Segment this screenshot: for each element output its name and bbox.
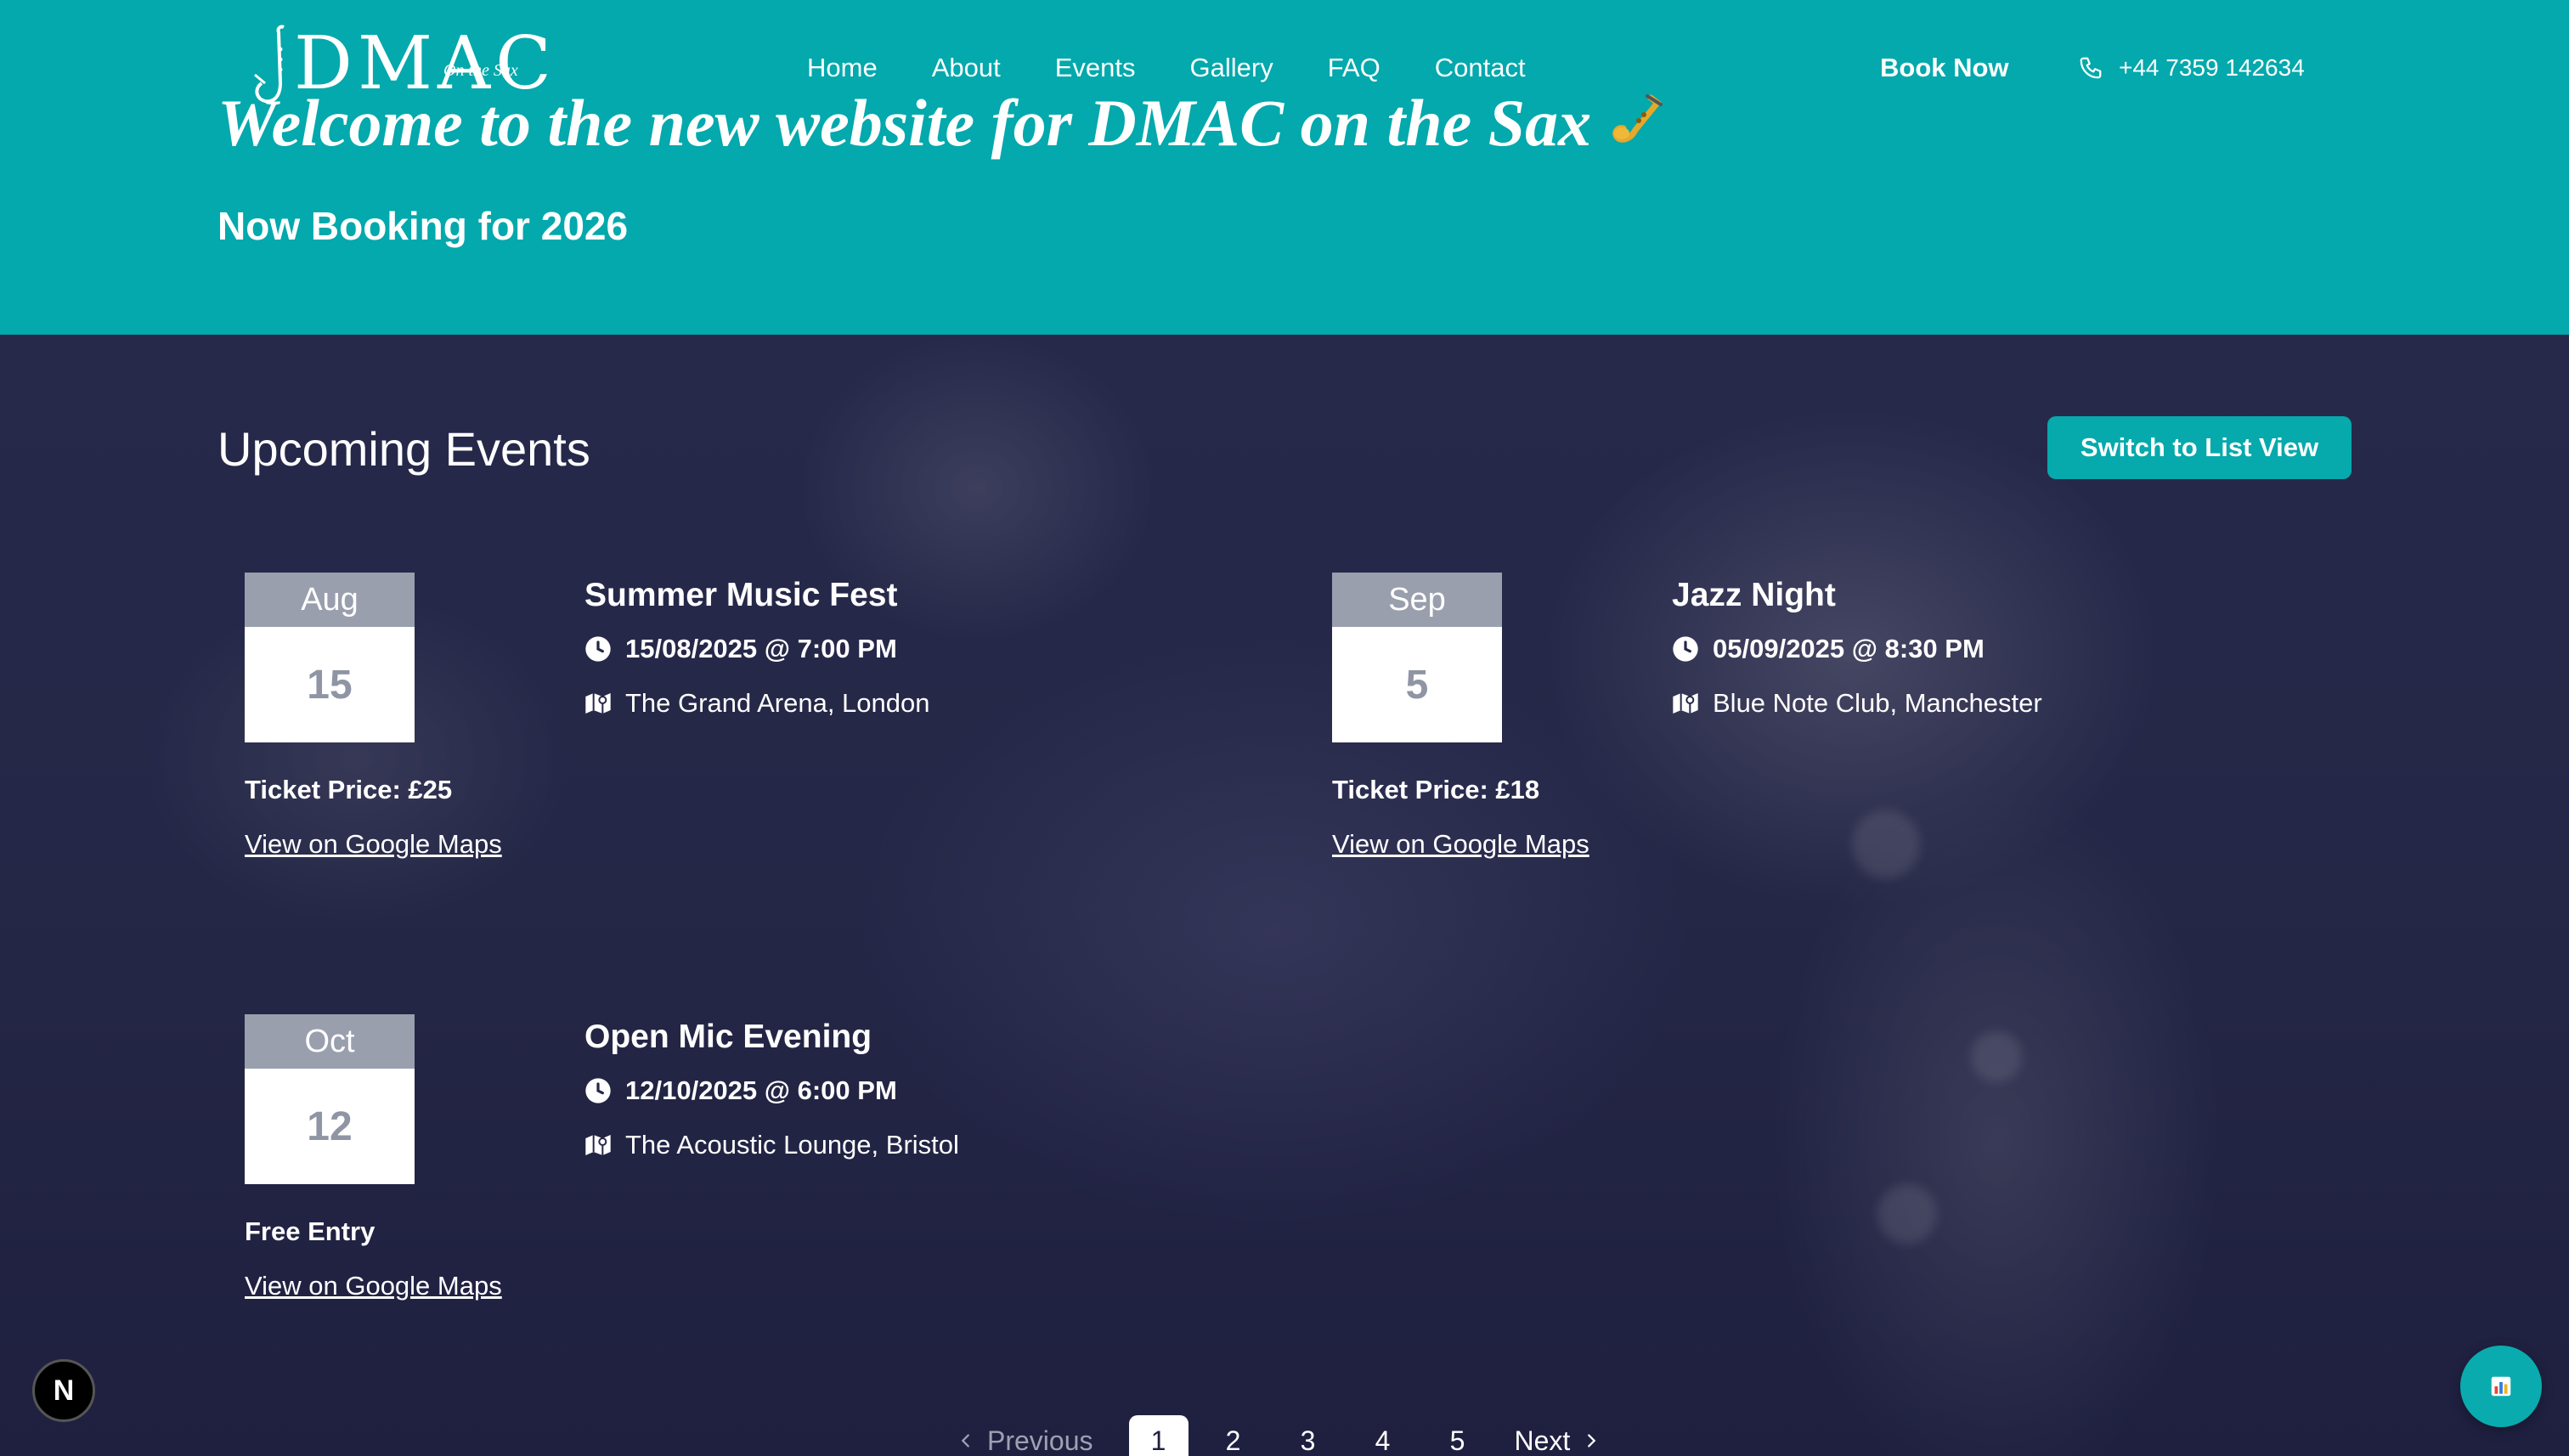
event-venue: The Acoustic Lounge, Bristol [625, 1130, 959, 1160]
event-title: Summer Music Fest [584, 577, 898, 613]
nav-faq[interactable]: FAQ [1328, 51, 1380, 85]
site-header: DMAC On the Sax Home About Events Galler… [0, 0, 2569, 335]
nav-contact[interactable]: Contact [1435, 51, 1526, 85]
event-datetime: 12/10/2025 @ 6:00 PM [625, 1075, 897, 1105]
event-datetime-row: 15/08/2025 @ 7:00 PM [584, 632, 897, 666]
page-3-button[interactable]: 3 [1279, 1415, 1338, 1456]
event-day: 15 [245, 627, 415, 742]
map-icon [585, 1135, 611, 1155]
event-datetime-row: 05/09/2025 @ 8:30 PM [1672, 632, 1985, 666]
phone-icon [2080, 57, 2102, 79]
event-date-badge: Aug 15 [245, 573, 415, 742]
event-venue: Blue Note Club, Manchester [1713, 688, 2042, 718]
main-nav: Home About Events Gallery FAQ Contact [807, 51, 1580, 85]
event-datetime: 05/09/2025 @ 8:30 PM [1713, 634, 1985, 663]
page-5-button[interactable]: 5 [1428, 1415, 1488, 1456]
event-month: Aug [245, 573, 415, 627]
chart-icon [2491, 1376, 2511, 1397]
phone-link[interactable]: +44 7359 142634 [2078, 51, 2305, 85]
next-label: Next [1514, 1425, 1571, 1456]
event-datetime: 15/08/2025 @ 7:00 PM [625, 634, 897, 663]
clock-icon [585, 636, 611, 662]
page-1-button[interactable]: 1 [1128, 1415, 1189, 1456]
background-bokeh [1971, 1031, 2022, 1082]
hero-title: Welcome to the new website for DMAC on t… [217, 85, 1669, 161]
chevron-left-icon [961, 1434, 969, 1448]
event-date-badge: Oct 12 [245, 1014, 415, 1184]
logo-subtext: On the Sax [443, 61, 518, 80]
event-venue-row: The Acoustic Lounge, Bristol [584, 1128, 959, 1162]
switch-view-button[interactable]: Switch to List View [2047, 416, 2352, 479]
background-bokeh [1877, 1184, 1937, 1244]
saxophone-icon [1612, 94, 1663, 143]
previous-label: Previous [987, 1425, 1093, 1456]
google-maps-link[interactable]: View on Google Maps [245, 1269, 502, 1303]
event-card: Oct 12 Free Entry View on Google Maps Op… [217, 1014, 1237, 1354]
dev-tools-badge[interactable]: N [32, 1359, 95, 1422]
event-month: Oct [245, 1014, 415, 1069]
hero-title-text: Welcome to the new website for DMAC on t… [217, 86, 1592, 160]
next-page-button[interactable]: Next [1515, 1425, 1601, 1456]
chevron-right-icon [1588, 1434, 1596, 1448]
event-day: 12 [245, 1069, 415, 1184]
chart-widget-button[interactable] [2460, 1346, 2542, 1427]
event-price: Free Entry [245, 1216, 375, 1246]
section-title: Upcoming Events [217, 422, 590, 476]
event-price: Ticket Price: £18 [1332, 775, 1540, 804]
nav-gallery[interactable]: Gallery [1190, 51, 1273, 85]
clock-icon [585, 1078, 611, 1103]
event-price: Ticket Price: £25 [245, 775, 453, 804]
event-datetime-row: 12/10/2025 @ 6:00 PM [584, 1074, 897, 1108]
event-venue-row: Blue Note Club, Manchester [1672, 686, 2042, 720]
google-maps-link[interactable]: View on Google Maps [245, 827, 502, 861]
event-venue-row: The Grand Arena, London [584, 686, 929, 720]
map-icon [1673, 693, 1698, 714]
map-icon [585, 693, 611, 714]
event-title: Jazz Night [1672, 577, 1836, 613]
hero-subtitle: Now Booking for 2026 [217, 204, 629, 248]
google-maps-link[interactable]: View on Google Maps [1332, 827, 1589, 861]
event-card: Sep 5 Ticket Price: £18 View on Google M… [1305, 573, 2324, 912]
event-card: Aug 15 Ticket Price: £25 View on Google … [217, 573, 1237, 912]
previous-page-button[interactable]: Previous [957, 1425, 1093, 1456]
event-month: Sep [1332, 573, 1502, 627]
pagination: Previous 1 2 3 4 5 Next [957, 1415, 1601, 1456]
event-title: Open Mic Evening [584, 1019, 872, 1055]
nav-about[interactable]: About [932, 51, 1001, 85]
page-4-button[interactable]: 4 [1353, 1415, 1413, 1456]
event-day: 5 [1332, 627, 1502, 742]
event-date-badge: Sep 5 [1332, 573, 1502, 742]
phone-number: +44 7359 142634 [2119, 54, 2305, 81]
events-section: Upcoming Events Switch to List View Aug … [0, 335, 2569, 1456]
book-now-button[interactable]: Book Now [1880, 51, 2009, 85]
clock-icon [1673, 636, 1698, 662]
nav-home[interactable]: Home [807, 51, 878, 85]
nav-events[interactable]: Events [1055, 51, 1136, 85]
event-venue: The Grand Arena, London [625, 688, 930, 718]
page-2-button[interactable]: 2 [1204, 1415, 1263, 1456]
